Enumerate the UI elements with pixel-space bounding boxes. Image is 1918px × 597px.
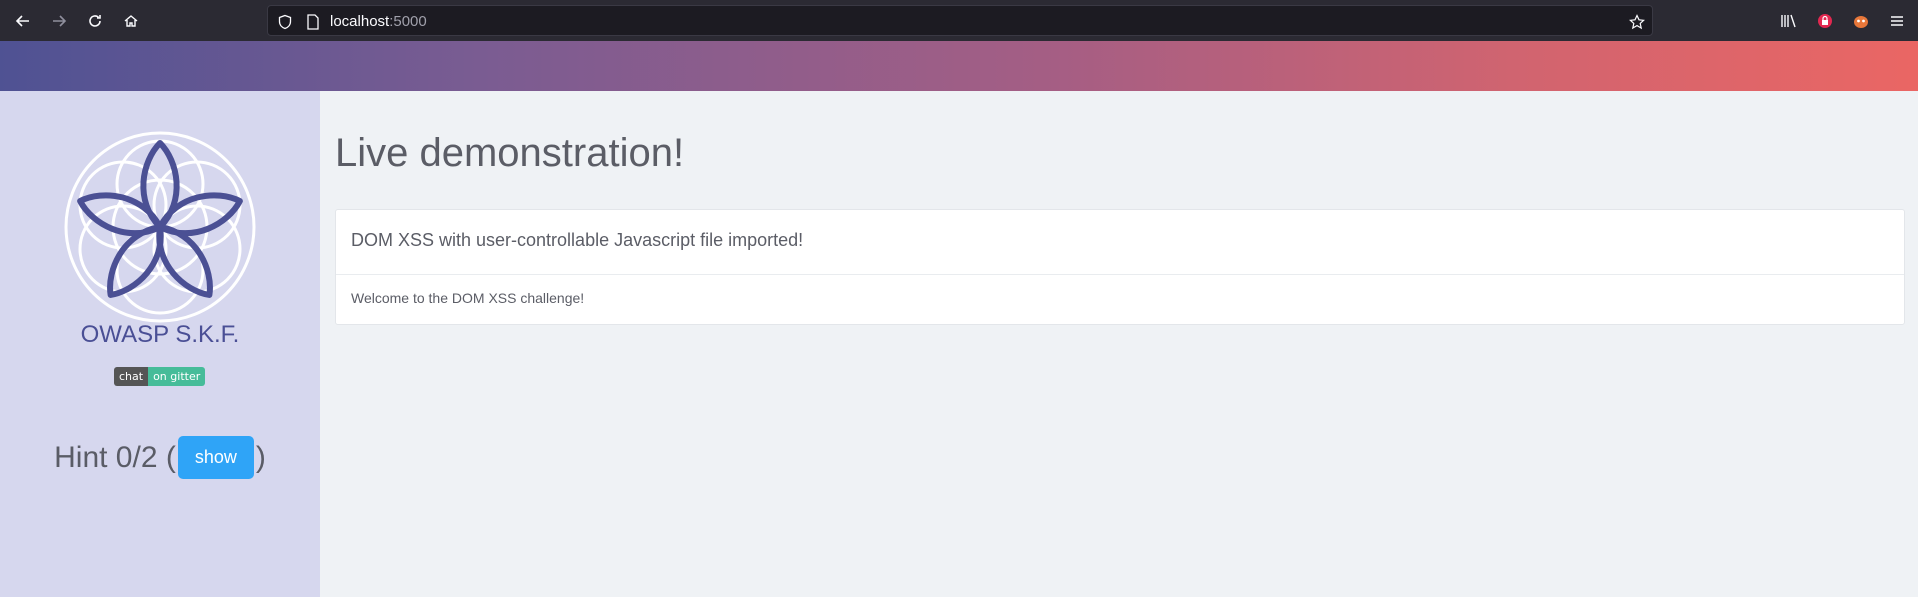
challenge-card: DOM XSS with user-controllable Javascrip…	[335, 209, 1905, 325]
owasp-logo	[64, 131, 256, 323]
badge-right-label: on gitter	[148, 367, 206, 386]
bookmark-star-icon[interactable]	[1628, 13, 1646, 31]
extension-lock-icon[interactable]	[1812, 8, 1838, 34]
gitter-chat-badge[interactable]: chat on gitter	[114, 367, 206, 386]
header-gradient-bar	[0, 41, 1918, 91]
show-hint-button[interactable]: show	[177, 436, 254, 479]
shield-icon[interactable]	[276, 13, 294, 31]
library-icon[interactable]	[1776, 8, 1802, 34]
card-body: Welcome to the DOM XSS challenge!	[351, 290, 585, 306]
url-host: localhost	[330, 13, 390, 30]
address-bar[interactable]: localhost:5000	[267, 5, 1653, 36]
hint-row: Hint 0/2 ( show )	[0, 436, 320, 479]
card-header: DOM XSS with user-controllable Javascrip…	[336, 210, 1904, 275]
url-text[interactable]: localhost:5000	[330, 13, 427, 30]
home-icon[interactable]	[118, 8, 144, 34]
sidebar: OWASP S.K.F. chat on gitter Hint 0/2 ( s…	[0, 91, 320, 597]
back-arrow-icon[interactable]	[10, 8, 36, 34]
brand-name: OWASP S.K.F.	[80, 321, 240, 348]
page-title: Live demonstration!	[335, 131, 685, 175]
extension-fox-icon[interactable]	[1848, 8, 1874, 34]
page-icon[interactable]	[304, 13, 322, 31]
hint-counter: Hint 0/2 (	[54, 440, 176, 474]
forward-arrow-icon[interactable]	[46, 8, 72, 34]
browser-toolbar: localhost:5000	[0, 0, 1918, 41]
reload-icon[interactable]	[82, 8, 108, 34]
badge-left-label: chat	[114, 367, 149, 386]
menu-icon[interactable]	[1884, 8, 1910, 34]
url-port: :5000	[389, 13, 427, 30]
hint-close-paren: )	[255, 440, 266, 474]
